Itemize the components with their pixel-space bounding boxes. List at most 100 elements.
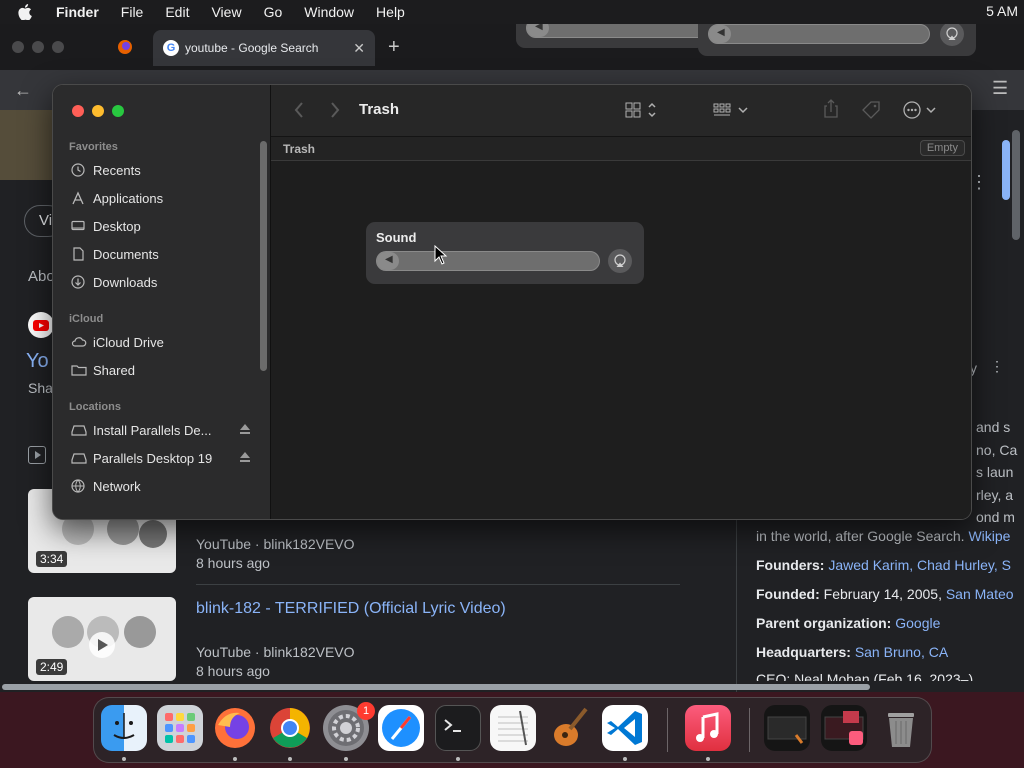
sidebar-item-desktop[interactable]: Desktop xyxy=(71,215,251,237)
finder-window: Favorites Recents Applications Desktop D… xyxy=(52,84,972,520)
eject-icon[interactable] xyxy=(239,423,251,435)
dock-recent-window-icon[interactable] xyxy=(764,705,810,751)
kp-parent-link[interactable]: Google xyxy=(895,615,940,631)
chip-partial-label: Vi xyxy=(39,212,53,229)
dock-music-window-icon[interactable] xyxy=(821,705,867,751)
kp-parent: Parent organization: Google xyxy=(756,615,940,631)
result-source: YouTube · blink182VEVO xyxy=(196,536,355,552)
airplay-icon[interactable] xyxy=(608,249,632,273)
group-by-icon[interactable] xyxy=(713,101,751,119)
youtube-title-partial[interactable]: Yo xyxy=(26,350,49,373)
kp-ceo-partial: CEO: Neal Mohan (Feb 16, 2023–) xyxy=(756,671,973,681)
horizontal-scrollbar[interactable] xyxy=(2,684,870,690)
finder-toolbar: Trash xyxy=(271,85,971,137)
tag-icon[interactable] xyxy=(861,100,881,120)
sidebar-item-label: Downloads xyxy=(93,274,158,290)
volume-slider[interactable]: ◀ xyxy=(376,251,600,271)
dock-launchpad-icon[interactable] xyxy=(157,705,203,751)
page-scrollbar[interactable] xyxy=(1012,130,1020,240)
file-content-area[interactable] xyxy=(271,162,971,519)
youtube-logo-icon xyxy=(28,312,54,338)
kp-parent-label: Parent organization: xyxy=(756,615,892,631)
menu-app-name[interactable]: Finder xyxy=(56,4,99,20)
sidebar-item-label: Network xyxy=(93,478,141,494)
menu-edit[interactable]: Edit xyxy=(165,4,189,20)
sidebar-item-label: Shared xyxy=(93,362,135,378)
volume-slider[interactable]: ◀ xyxy=(708,24,930,44)
sidebar-scrollbar[interactable] xyxy=(260,141,267,371)
menu-lines-icon[interactable]: ☰ xyxy=(992,78,1008,99)
back-arrow-icon[interactable]: ← xyxy=(14,80,32,101)
sidebar-item-downloads[interactable]: Downloads xyxy=(71,271,251,293)
chrome-close-button[interactable] xyxy=(12,41,24,53)
dock-vscode-icon[interactable] xyxy=(602,705,648,751)
page-more-icon[interactable]: ⋮ xyxy=(970,172,988,193)
doodle-image xyxy=(0,110,52,180)
tab-close-icon[interactable]: ✕ xyxy=(353,40,365,57)
menu-window[interactable]: Window xyxy=(304,4,354,20)
apple-menu-icon[interactable] xyxy=(18,4,32,20)
tab-google-search[interactable]: G youtube - Google Search ✕ xyxy=(153,30,375,66)
menubar-clock[interactable]: 5 AM xyxy=(986,3,1018,19)
sidebar-item-label: Recents xyxy=(93,162,141,178)
menu-file[interactable]: File xyxy=(121,4,144,20)
google-favicon-icon: G xyxy=(163,40,179,56)
dock-terminal-icon[interactable] xyxy=(435,705,481,751)
kp-founders-links[interactable]: Jawed Karim, Chad Hurley, S xyxy=(828,557,1011,573)
eject-icon[interactable] xyxy=(239,451,251,463)
kp-hq-link[interactable]: San Bruno, CA xyxy=(855,644,948,660)
dock-garageband-icon[interactable] xyxy=(546,705,592,751)
airplay-icon[interactable] xyxy=(940,22,964,46)
disk-icon xyxy=(71,451,87,465)
kp-founded-label: Founded: xyxy=(756,586,820,602)
menu-go[interactable]: Go xyxy=(264,4,283,20)
kp-founded-link[interactable]: San Mateo xyxy=(946,586,1014,602)
new-tab-button[interactable]: + xyxy=(388,36,400,59)
dock-finder-icon[interactable] xyxy=(101,705,147,751)
icon-view-grid-icon[interactable] xyxy=(625,101,661,119)
minimize-button[interactable] xyxy=(92,105,104,117)
sidebar-item-documents[interactable]: Documents xyxy=(71,243,251,265)
dock-firefox-icon[interactable] xyxy=(212,705,258,751)
zoom-button[interactable] xyxy=(112,105,124,117)
close-button[interactable] xyxy=(72,105,84,117)
kp-more-icon[interactable]: ⋮ xyxy=(990,358,1004,375)
sidebar-item-applications[interactable]: Applications xyxy=(71,187,251,209)
more-actions-icon[interactable] xyxy=(903,101,939,119)
result-title-link[interactable]: blink-182 - TERRIFIED (Official Lyric Vi… xyxy=(196,600,506,618)
dock-trash-icon[interactable] xyxy=(878,705,924,751)
chrome-zoom-button[interactable] xyxy=(52,41,64,53)
dock-music-icon[interactable] xyxy=(685,705,731,751)
menu-view[interactable]: View xyxy=(211,4,241,20)
kp-description: in the world, after Google Search. Wikip… xyxy=(756,528,1010,544)
share-partial: Sha xyxy=(28,380,53,396)
dock-chrome-icon[interactable] xyxy=(267,705,313,751)
disk-icon xyxy=(71,423,87,437)
dock-safari-icon[interactable] xyxy=(378,705,424,751)
page-accent-bar xyxy=(1002,140,1010,200)
running-indicator xyxy=(344,757,348,761)
kp-border xyxy=(736,500,737,692)
sidebar-item-label: Desktop xyxy=(93,218,141,234)
sidebar-item-install-parallels[interactable]: Install Parallels De... xyxy=(71,419,251,441)
sidebar-item-shared[interactable]: Shared xyxy=(71,359,251,381)
dock-textedit-icon[interactable] xyxy=(490,705,536,751)
sidebar-item-icloud-drive[interactable]: iCloud Drive xyxy=(71,331,251,353)
chrome-minimize-button[interactable] xyxy=(32,41,44,53)
dock: 1 xyxy=(93,697,932,763)
forward-chevron-icon[interactable] xyxy=(329,101,341,119)
menu-help[interactable]: Help xyxy=(376,4,405,20)
share-icon[interactable] xyxy=(823,99,839,119)
sidebar-item-recents[interactable]: Recents xyxy=(71,159,251,181)
firefox-tab-icon[interactable] xyxy=(117,39,133,55)
kp-wikipedia-link[interactable]: Wikipe xyxy=(968,528,1010,544)
video-thumbnail[interactable]: 2:49 xyxy=(28,597,176,681)
back-chevron-icon[interactable] xyxy=(293,101,305,119)
empty-trash-button[interactable]: Empty xyxy=(919,140,965,156)
kp-founded-value: February 14, 2005, xyxy=(823,586,942,602)
sidebar-item-parallels-desktop[interactable]: Parallels Desktop 19 xyxy=(71,447,251,469)
sidebar-item-network[interactable]: Network xyxy=(71,475,251,497)
kp-hq-label: Headquarters: xyxy=(756,644,851,660)
sidebar-item-label: Parallels Desktop 19 xyxy=(93,450,213,466)
kp-ceo-text: CEO: Neal Mohan (Feb 16, 2023–) xyxy=(756,671,974,681)
